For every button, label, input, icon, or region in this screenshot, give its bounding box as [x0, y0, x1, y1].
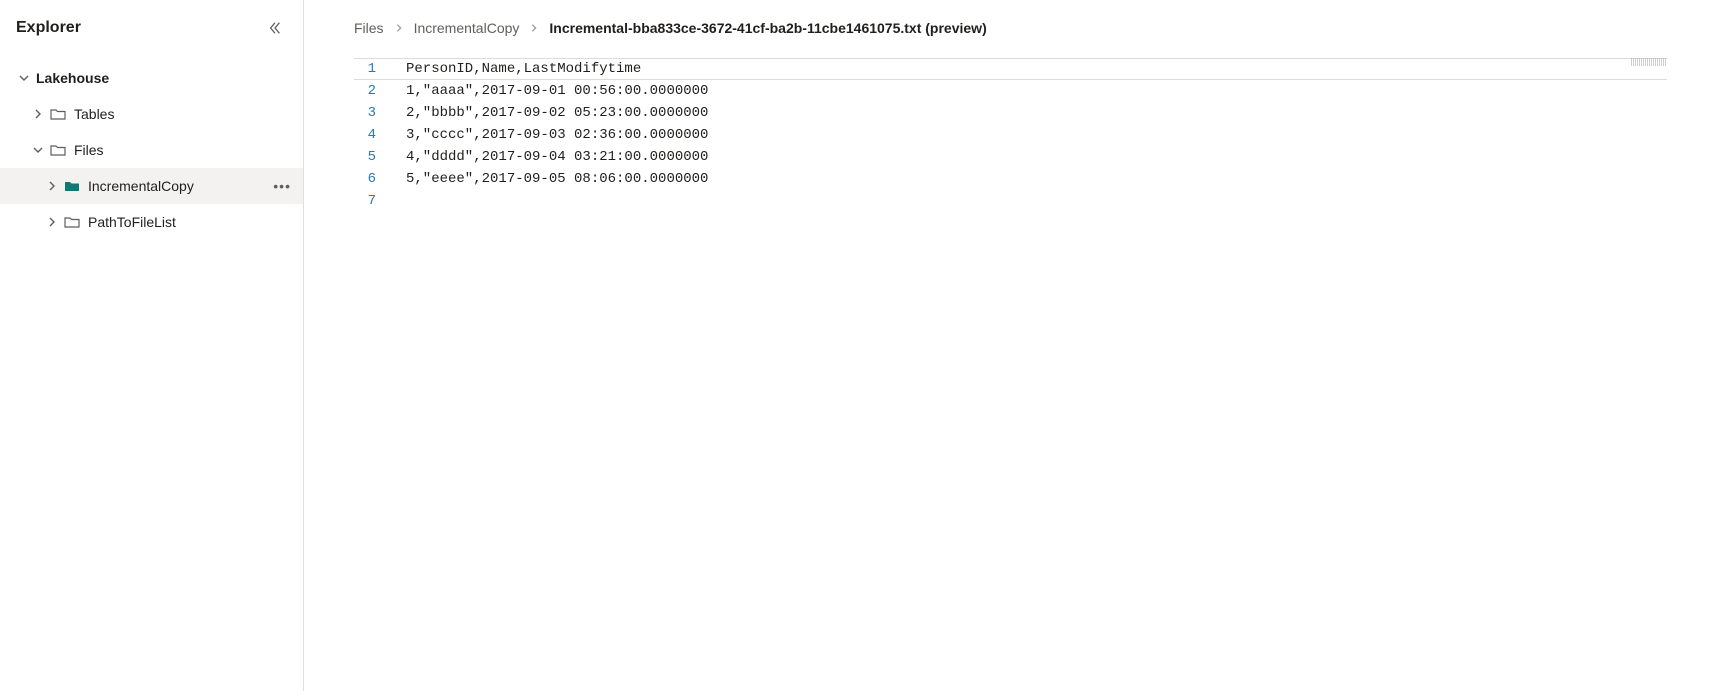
tree-item-label: Lakehouse	[36, 70, 109, 86]
folder-icon	[64, 214, 80, 230]
tree-item-incremental-copy[interactable]: IncrementalCopy •••	[0, 168, 303, 204]
file-preview-editor: 1 2 3 4 5 6 7 PersonID,Name,LastModifyti…	[354, 58, 1667, 212]
line-number-gutter: 1 2 3 4 5 6 7	[354, 58, 382, 212]
code-content[interactable]: PersonID,Name,LastModifytime 1,"aaaa",20…	[382, 58, 708, 212]
line-number: 7	[354, 190, 376, 212]
tree-item-label: Tables	[74, 106, 114, 122]
code-line: 1,"aaaa",2017-09-01 00:56:00.0000000	[406, 80, 708, 102]
chevron-right-icon	[529, 20, 539, 36]
tree-item-tables[interactable]: Tables	[0, 96, 303, 132]
more-options-button[interactable]: •••	[273, 178, 291, 194]
sidebar-header: Explorer	[0, 8, 303, 48]
sidebar-title: Explorer	[16, 19, 81, 37]
explorer-tree: Lakehouse Tables Files	[0, 48, 303, 240]
code-line: 3,"cccc",2017-09-03 02:36:00.0000000	[406, 124, 708, 146]
line-number: 5	[354, 146, 376, 168]
collapse-sidebar-button[interactable]	[263, 16, 287, 40]
tree-item-label: IncrementalCopy	[88, 178, 194, 194]
breadcrumb: Files IncrementalCopy Incremental-bba833…	[354, 20, 1667, 36]
chevron-down-icon	[30, 142, 46, 158]
code-line: 4,"dddd",2017-09-04 03:21:00.0000000	[406, 146, 708, 168]
tree-item-label: Files	[74, 142, 104, 158]
tree-item-lakehouse[interactable]: Lakehouse	[0, 60, 303, 96]
chevron-right-icon	[394, 20, 404, 36]
chevron-double-left-icon	[268, 21, 282, 35]
chevron-right-icon	[44, 214, 60, 230]
chevron-right-icon	[30, 106, 46, 122]
tree-item-files[interactable]: Files	[0, 132, 303, 168]
tree-item-path-to-file-list[interactable]: PathToFileList	[0, 204, 303, 240]
breadcrumb-incremental-copy[interactable]: IncrementalCopy	[414, 20, 520, 36]
main-content: Files IncrementalCopy Incremental-bba833…	[304, 0, 1717, 691]
code-line: 2,"bbbb",2017-09-02 05:23:00.0000000	[406, 102, 708, 124]
line-number: 2	[354, 80, 376, 102]
sidebar: Explorer Lakehouse Tables	[0, 0, 304, 691]
breadcrumb-current-file: Incremental-bba833ce-3672-41cf-ba2b-11cb…	[549, 20, 986, 36]
code-line: PersonID,Name,LastModifytime	[406, 58, 708, 80]
code-line: 5,"eeee",2017-09-05 08:06:00.0000000	[406, 168, 708, 190]
breadcrumb-files[interactable]: Files	[354, 20, 384, 36]
folder-icon	[50, 106, 66, 122]
chevron-right-icon	[44, 178, 60, 194]
line-number: 3	[354, 102, 376, 124]
folder-open-icon	[64, 178, 80, 194]
line-number: 1	[354, 58, 376, 80]
chevron-down-icon	[16, 70, 32, 86]
folder-icon	[50, 142, 66, 158]
tree-item-label: PathToFileList	[88, 214, 176, 230]
line-number: 4	[354, 124, 376, 146]
line-number: 6	[354, 168, 376, 190]
